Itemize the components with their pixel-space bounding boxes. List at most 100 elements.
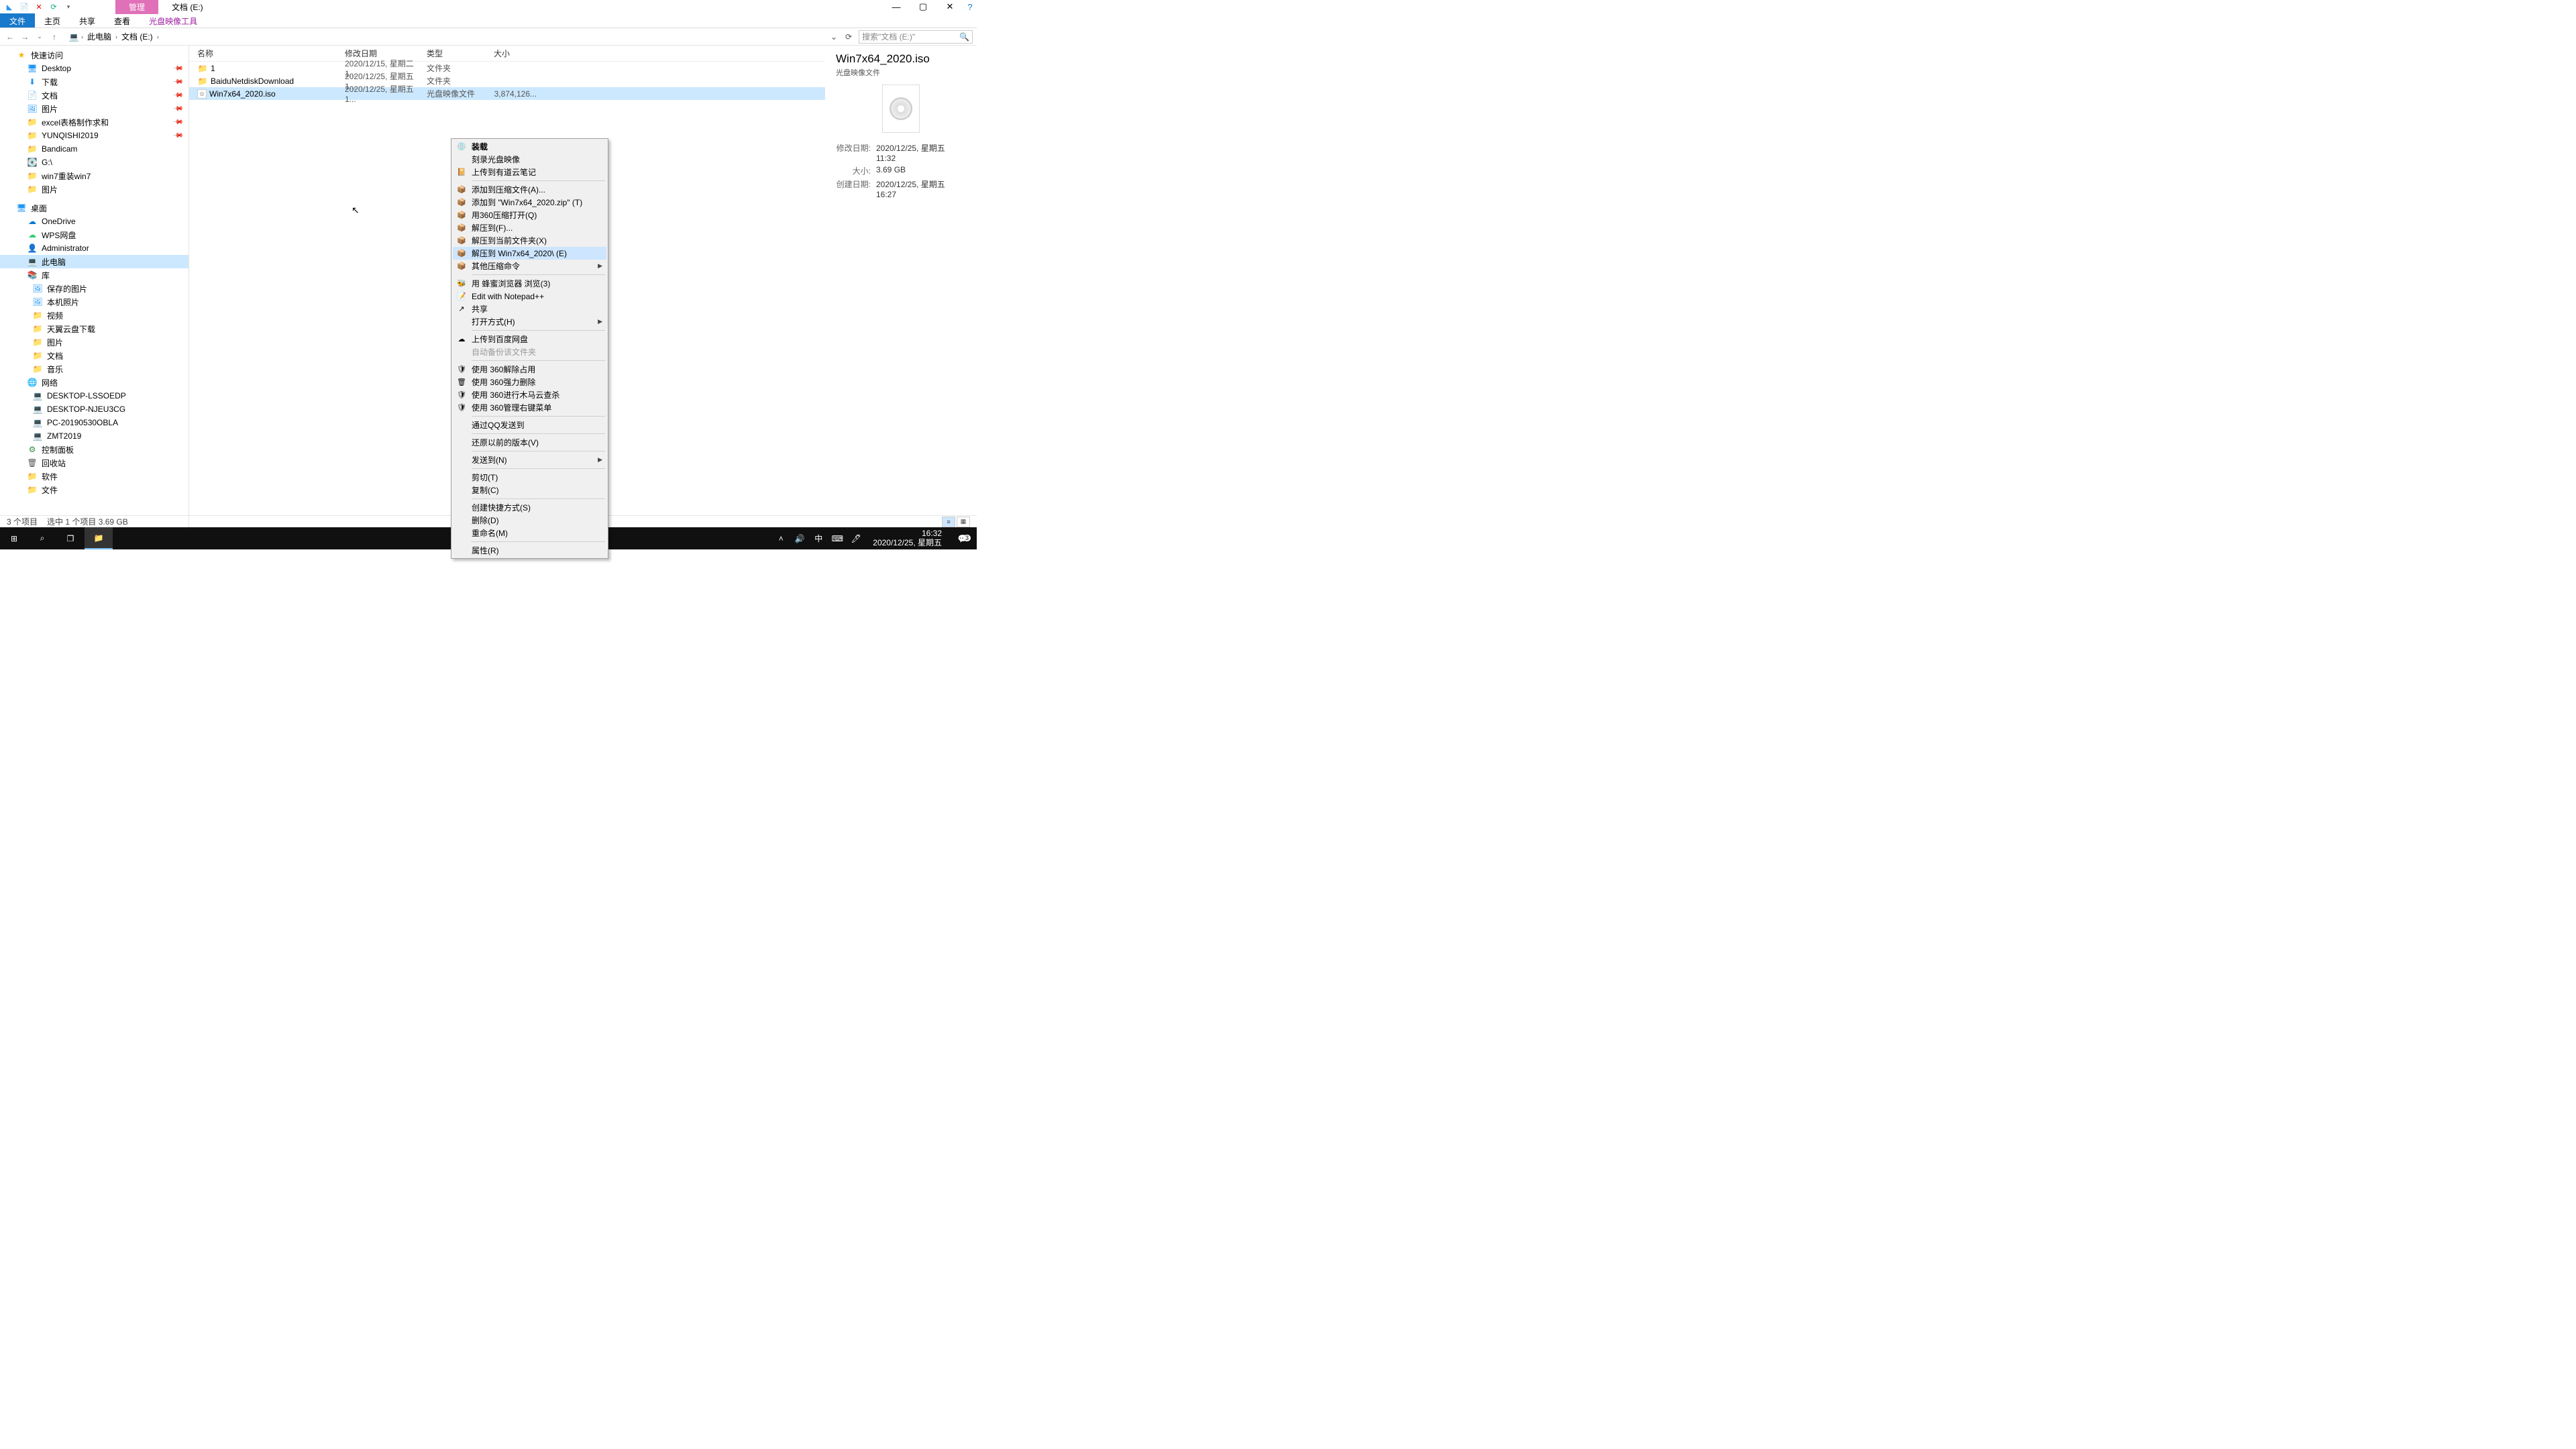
context-menu-item[interactable]: 🐝用 蜂蜜浏览器 浏览(3) [453, 277, 606, 290]
task-view-button[interactable]: ❐ [56, 527, 85, 549]
context-menu-item[interactable]: 🛡使用 360进行木马云查杀 [453, 388, 606, 401]
help-button[interactable]: ? [963, 0, 977, 13]
context-menu-item[interactable]: ☁上传到百度网盘 [453, 333, 606, 345]
context-menu[interactable]: 💿装载刻录光盘映像📔上传到有道云笔记 📦添加到压缩文件(A)...📦添加到 "Wi… [451, 138, 608, 559]
context-menu-item[interactable]: ↗共享 [453, 303, 606, 315]
qat-new-icon[interactable]: 📄 [17, 1, 31, 13]
col-size[interactable]: 大小 [494, 48, 541, 59]
tree-item[interactable]: 📁视频 [0, 309, 189, 322]
context-menu-item[interactable]: 📔上传到有道云笔记 [453, 166, 606, 178]
action-center-icon[interactable]: 💬3 [953, 534, 973, 543]
tree-item[interactable]: ⬇下载📌 [0, 75, 189, 89]
tree-item[interactable]: ☁WPS网盘 [0, 228, 189, 241]
tree-item[interactable]: 📁excel表格制作求和📌 [0, 115, 189, 129]
file-row[interactable]: 📁12020/12/15, 星期二 1...文件夹 [189, 62, 825, 74]
search-icon[interactable]: 🔍 [959, 32, 969, 42]
minimize-button[interactable]: — [883, 0, 910, 13]
context-menu-item[interactable]: 📝Edit with Notepad++ [453, 290, 606, 303]
context-menu-item[interactable]: 🛡使用 360管理右键菜单 [453, 401, 606, 414]
ribbon-tab-view[interactable]: 查看 [105, 13, 140, 28]
back-button[interactable]: ← [4, 31, 16, 43]
context-menu-item[interactable]: 📦用360压缩打开(Q) [453, 209, 606, 221]
tree-item[interactable]: 💻DESKTOP-NJEU3CG [0, 402, 189, 416]
tree-item[interactable]: 📁音乐 [0, 362, 189, 376]
tree-item[interactable]: 🖥桌面 [0, 201, 189, 215]
context-menu-item[interactable]: 📦解压到 Win7x64_2020\ (E) [453, 247, 606, 260]
ribbon-tab-iso-tools[interactable]: 光盘映像工具 [140, 13, 207, 28]
ribbon-tab-share[interactable]: 共享 [70, 13, 105, 28]
contextual-tab-manage[interactable]: 管理 [115, 0, 158, 14]
ribbon-tab-home[interactable]: 主页 [35, 13, 70, 28]
context-menu-item[interactable]: 🛡使用 360解除占用 [453, 363, 606, 376]
close-button[interactable]: ✕ [936, 0, 963, 13]
start-button[interactable]: ⊞ [0, 527, 28, 549]
address-dropdown-icon[interactable]: ⌄ [829, 32, 839, 42]
volume-icon[interactable]: 🔊 [794, 534, 806, 543]
tree-item[interactable]: 🗑回收站 [0, 456, 189, 470]
tree-item[interactable]: 📚库 [0, 268, 189, 282]
tree-item[interactable]: 📄文档📌 [0, 89, 189, 102]
clock[interactable]: 16:32 2020/12/25, 星期五 [869, 529, 946, 547]
breadcrumb[interactable]: 💻 › 此电脑 › 文档 (E:) › [63, 28, 826, 45]
details-view-button[interactable]: ≡ [942, 517, 955, 527]
file-row[interactable]: 📁BaiduNetdiskDownload2020/12/25, 星期五 1..… [189, 74, 825, 87]
context-menu-item[interactable]: 📦解压到当前文件夹(X) [453, 234, 606, 247]
tree-item[interactable]: 📁文件 [0, 483, 189, 496]
context-menu-item[interactable]: 复制(C) [453, 484, 606, 496]
context-menu-item[interactable]: 剪切(T) [453, 471, 606, 484]
tree-item[interactable]: 📁天翼云盘下载 [0, 322, 189, 335]
context-menu-item[interactable]: 打开方式(H)▶ [453, 315, 606, 328]
crumb-drive[interactable]: 文档 (E:) [119, 30, 156, 43]
tree-item[interactable]: 📁图片 [0, 182, 189, 196]
tree-item[interactable]: ⚙控制面板 [0, 443, 189, 456]
history-dropdown-icon[interactable]: ⌄ [34, 31, 46, 43]
file-list-area[interactable]: 名称 修改日期 类型 大小 📁12020/12/15, 星期二 1...文件夹📁… [189, 46, 825, 529]
context-menu-item[interactable]: 💿装载 [453, 140, 606, 153]
tree-item[interactable]: 📁图片 [0, 335, 189, 349]
qat-dropdown-icon[interactable]: ▾ [62, 1, 75, 13]
tree-item[interactable]: 📁Bandicam [0, 142, 189, 156]
tree-item[interactable]: 📁软件 [0, 470, 189, 483]
forward-button[interactable]: → [19, 31, 31, 43]
icons-view-button[interactable]: ▦ [957, 517, 970, 527]
context-menu-item[interactable]: 📦其他压缩命令▶ [453, 260, 606, 272]
context-menu-item[interactable]: 🗑使用 360强力删除 [453, 376, 606, 388]
crumb-this-pc[interactable]: 此电脑 [85, 30, 114, 43]
maximize-button[interactable]: ▢ [910, 0, 936, 13]
tree-item[interactable]: ☁OneDrive [0, 215, 189, 228]
context-menu-item[interactable]: 创建快捷方式(S) [453, 501, 606, 514]
context-menu-item[interactable]: 还原以前的版本(V) [453, 436, 606, 449]
tree-item[interactable]: 📁win7重装win7 [0, 169, 189, 182]
context-menu-item[interactable]: 📦添加到压缩文件(A)... [453, 183, 606, 196]
tree-item[interactable]: 🖼图片📌 [0, 102, 189, 115]
refresh-button[interactable]: ⟳ [841, 32, 856, 42]
ribbon-tab-file[interactable]: 文件 [0, 13, 35, 28]
context-menu-item[interactable]: 发送到(N)▶ [453, 453, 606, 466]
qat-nav-icon[interactable]: ◣ [3, 1, 16, 13]
keyboard-icon[interactable]: ⌨ [831, 534, 843, 543]
context-menu-item[interactable]: 📦添加到 "Win7x64_2020.zip" (T) [453, 196, 606, 209]
chevron-right-icon[interactable]: › [157, 34, 159, 40]
tree-item[interactable]: 💻ZMT2019 [0, 429, 189, 443]
tree-item[interactable]: 🖼保存的图片 [0, 282, 189, 295]
taskbar-explorer[interactable]: 📁 [85, 527, 113, 549]
tree-item[interactable]: 📁YUNQISHI2019📌 [0, 129, 189, 142]
tree-item[interactable]: 💻此电脑 [0, 255, 189, 268]
tree-item[interactable]: 🖼本机照片 [0, 295, 189, 309]
col-name[interactable]: 名称 [197, 48, 345, 59]
ime-icon[interactable]: 中 [812, 533, 824, 544]
tray-expand-icon[interactable]: ˄ [775, 534, 787, 543]
context-menu-item[interactable]: 重命名(M) [453, 527, 606, 539]
context-menu-item[interactable]: 删除(D) [453, 514, 606, 527]
tree-item[interactable]: 🖥Desktop📌 [0, 62, 189, 75]
column-headers[interactable]: 名称 修改日期 类型 大小 [189, 46, 825, 62]
tree-item[interactable]: 🌐网络 [0, 376, 189, 389]
chevron-right-icon[interactable]: › [115, 34, 117, 40]
col-type[interactable]: 类型 [427, 48, 494, 59]
tree-item[interactable]: 👤Administrator [0, 241, 189, 255]
tree-item[interactable]: ★快速访问 [0, 48, 189, 62]
stylus-icon[interactable]: 🖊 [850, 534, 862, 543]
context-menu-item[interactable]: 刻录光盘映像 [453, 153, 606, 166]
system-tray[interactable]: ˄ 🔊 中 ⌨ 🖊 16:32 2020/12/25, 星期五 💬3 [775, 529, 977, 547]
navigation-tree[interactable]: ★快速访问🖥Desktop📌⬇下载📌📄文档📌🖼图片📌📁excel表格制作求和📌📁… [0, 46, 189, 529]
